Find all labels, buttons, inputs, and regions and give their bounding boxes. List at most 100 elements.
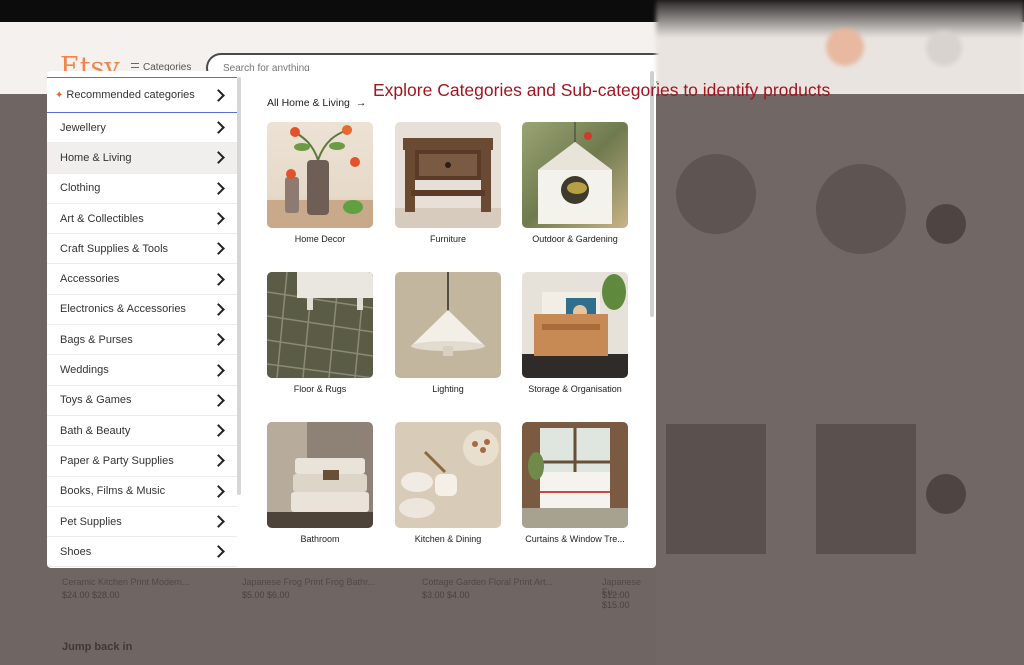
sidebar-item-label: Recommended categories	[66, 89, 195, 101]
blurred-page-background	[656, 94, 1024, 665]
sidebar-item-label: Accessories	[60, 273, 120, 286]
subcategory-label: Floor & Rugs	[293, 384, 347, 394]
listing-price: $24.00 $28.00	[62, 590, 120, 600]
sparkle-icon: ✦	[55, 89, 64, 101]
sidebar-scrollbar[interactable]	[237, 77, 241, 495]
blurred-cart-icon	[926, 30, 962, 66]
blurred-arrow-icon	[926, 204, 966, 244]
bathroom-image	[267, 422, 373, 528]
listing-price: $3.00 $4.00	[422, 590, 470, 600]
sidebar-item-label: Bath & Beauty	[60, 424, 131, 437]
category-sidebar: ✦ Recommended categories Jewellery Home &…	[47, 77, 237, 568]
sidebar-item-label: Pet Supplies	[60, 515, 122, 528]
subcategory-curtains-window[interactable]: Curtains & Window Tre...	[522, 422, 628, 544]
lighting-image	[395, 272, 501, 378]
chevron-right-icon	[212, 212, 225, 225]
bird-feeder-illustration	[538, 122, 612, 224]
subcategory-floor-rugs[interactable]: Floor & Rugs	[267, 272, 373, 394]
subcategory-label: Bathroom	[300, 534, 340, 544]
rug-illustration	[267, 272, 373, 378]
blurred-shape	[676, 154, 756, 234]
sidebar-item-label: Weddings	[60, 364, 109, 377]
record-crate-illustration	[522, 274, 628, 378]
floor-rugs-image	[267, 272, 373, 378]
chevron-right-icon	[212, 484, 225, 498]
sidebar-item-recommended[interactable]: ✦ Recommended categories	[47, 77, 237, 113]
outdoor-gardening-image	[522, 122, 628, 228]
furniture-image	[395, 122, 501, 228]
chevron-right-icon	[212, 151, 225, 165]
sidebar-item-label: Craft Supplies & Tools	[60, 242, 169, 255]
subcategory-kitchen-dining[interactable]: Kitchen & Dining	[395, 422, 501, 544]
categories-dropdown-panel: ✦ Recommended categories Jewellery Home &…	[47, 71, 656, 568]
subcategory-home-decor[interactable]: Home Decor	[267, 122, 373, 244]
chevron-right-icon	[212, 272, 225, 286]
subcategory-label: Outdoor & Gardening	[532, 234, 618, 244]
sidebar-item-toys-games[interactable]: Toys & Games	[47, 386, 237, 416]
subcategory-outdoor-gardening[interactable]: Outdoor & Gardening	[522, 122, 628, 244]
subcategory-label: Curtains & Window Tre...	[525, 534, 625, 544]
side-table-illustration	[395, 138, 501, 228]
blurred-shape	[666, 424, 766, 554]
sidebar-item-label: Home & Living	[60, 151, 132, 164]
listing-title: Japanese Frog Print Frog Bathr...	[242, 577, 376, 587]
subcategory-lighting[interactable]: Lighting	[395, 272, 501, 394]
chevron-right-icon	[212, 242, 225, 256]
sidebar-item-label: Clothing	[60, 182, 101, 195]
chevron-right-icon	[212, 363, 225, 377]
chevron-right-icon	[212, 181, 225, 195]
sidebar-item-label: Paper & Party Supplies	[60, 454, 174, 467]
chevron-right-icon	[212, 515, 225, 528]
chevron-right-icon	[212, 393, 225, 407]
all-link-label: All Home & Living	[267, 97, 350, 109]
listing-title: Cottage Garden Floral Print Art...	[422, 577, 554, 587]
sidebar-item-paper-party[interactable]: Paper & Party Supplies	[47, 446, 237, 477]
subcategory-label: Lighting	[432, 384, 464, 394]
arrow-right-icon: →	[355, 97, 367, 109]
tutorial-annotation: Explore Categories and Sub-categories to…	[373, 80, 831, 100]
tableware-illustration	[399, 430, 499, 518]
chevron-right-icon	[212, 88, 225, 102]
listing-price: $5.00 $6.00	[242, 590, 290, 600]
listing-price: $12.00 $15.00	[602, 590, 630, 610]
chevron-right-icon	[212, 454, 225, 468]
chevron-right-icon	[212, 303, 225, 316]
sidebar-item-label: Books, Films & Music	[60, 485, 166, 498]
sidebar-item-label: Toys & Games	[60, 394, 132, 407]
sidebar-item-books-films-music[interactable]: Books, Films & Music	[47, 477, 237, 507]
chevron-right-icon	[212, 333, 225, 347]
blurred-shape	[816, 424, 916, 554]
home-decor-image	[267, 122, 373, 228]
sidebar-item-bags-purses[interactable]: Bags & Purses	[47, 325, 237, 356]
subcategory-label: Kitchen & Dining	[414, 534, 482, 544]
chevron-right-icon	[212, 121, 225, 135]
curtains-window-image	[522, 422, 628, 528]
pendant-lamp-illustration	[411, 272, 485, 356]
subcategory-furniture[interactable]: Furniture	[395, 122, 501, 244]
blurred-arrow-icon	[926, 474, 966, 514]
listing-title: Ceramic Kitchen Print Modern...	[62, 577, 190, 587]
sidebar-item-bath-beauty[interactable]: Bath & Beauty	[47, 416, 237, 447]
all-home-living-link[interactable]: All Home & Living →	[267, 97, 366, 109]
subcategory-label: Storage & Organisation	[528, 384, 622, 394]
sidebar-item-art-collectibles[interactable]: Art & Collectibles	[47, 204, 237, 235]
vase-illustration	[267, 125, 373, 228]
subcategory-storage-organisation[interactable]: Storage & Organisation	[522, 272, 628, 394]
sidebar-item-accessories[interactable]: Accessories	[47, 264, 237, 295]
sidebar-item-home-living[interactable]: Home & Living	[47, 143, 237, 174]
sidebar-item-shoes[interactable]: Shoes	[47, 537, 237, 568]
jump-back-heading: Jump back in	[62, 641, 133, 653]
subcategory-bathroom[interactable]: Bathroom	[267, 422, 373, 544]
subcategory-label: Furniture	[429, 234, 466, 244]
sidebar-item-jewellery[interactable]: Jewellery	[47, 113, 237, 144]
sidebar-item-weddings[interactable]: Weddings	[47, 355, 237, 386]
sidebar-item-clothing[interactable]: Clothing	[47, 174, 237, 204]
content-scrollbar[interactable]	[650, 71, 654, 317]
sidebar-item-craft-supplies[interactable]: Craft Supplies & Tools	[47, 234, 237, 265]
sidebar-item-label: Bags & Purses	[60, 333, 133, 346]
storage-organisation-image	[522, 272, 628, 378]
kitchen-dining-image	[395, 422, 501, 528]
sidebar-item-electronics[interactable]: Electronics & Accessories	[47, 295, 237, 326]
sidebar-item-label: Electronics & Accessories	[60, 303, 186, 316]
sidebar-item-pet-supplies[interactable]: Pet Supplies	[47, 507, 237, 538]
